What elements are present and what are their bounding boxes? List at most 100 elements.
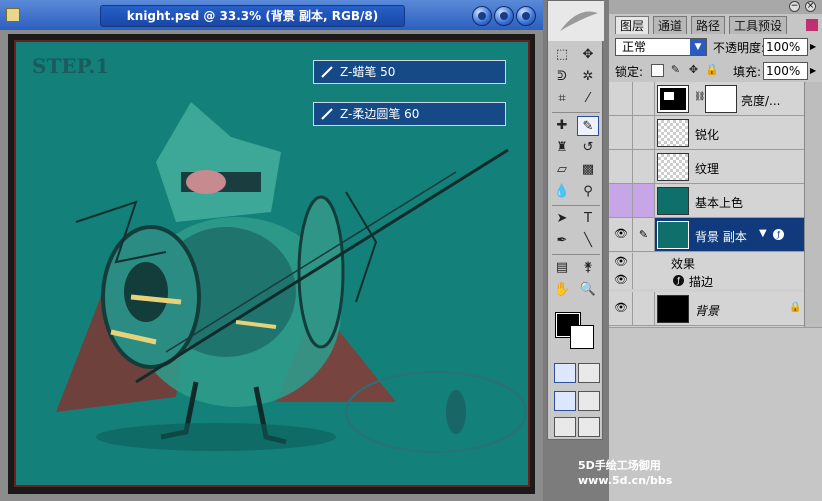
layer-row-background[interactable]: 👁 背景 🔒 — [609, 292, 804, 326]
mask-link-icon: ⛓ — [694, 92, 706, 102]
visibility-toggle[interactable]: 👁 — [609, 253, 633, 271]
toolbox: ⬚ ✥ ᕲ ✲ ⌗ ⁄ ✚ ✎ ♜ ↺ ▱ ▩ 💧 ⚲ ➤ T ✒ ╲ ▤ ⚵ … — [543, 0, 609, 501]
clone-stamp-tool-icon[interactable]: ♜ — [551, 138, 573, 158]
layer-row-brightness[interactable]: ⛓ 亮度/... — [609, 82, 804, 116]
gradient-tool-icon[interactable]: ▩ — [577, 160, 599, 180]
visibility-toggle[interactable] — [609, 82, 633, 115]
layer-link-toggle[interactable] — [633, 116, 655, 149]
fill-field[interactable]: 100% — [763, 62, 808, 80]
panel-collapse-icon[interactable]: − — [789, 1, 800, 12]
panel-tabs: 图层 通道 路径 工具预设 — [609, 16, 822, 34]
path-selection-tool-icon[interactable]: ➤ — [551, 209, 573, 229]
standard-mode-button[interactable] — [554, 363, 576, 383]
blend-mode-select[interactable]: 正常 ▼ — [615, 38, 707, 56]
panel-close-icon[interactable]: × — [805, 1, 816, 12]
layer-name[interactable]: 纹理 — [695, 160, 719, 177]
layer-name[interactable]: 锐化 — [695, 126, 719, 143]
layer-link-toggle[interactable] — [633, 292, 655, 325]
hand-tool-icon[interactable]: ✋ — [551, 280, 573, 300]
stroke-effect-row[interactable]: 👁 ƒ 描边 — [609, 271, 804, 289]
fill-arrow-icon[interactable]: ▶ — [810, 63, 820, 79]
toolbox-header[interactable] — [548, 1, 604, 41]
layer-name[interactable]: 背景 副本 — [695, 228, 747, 245]
visibility-toggle[interactable] — [609, 150, 633, 183]
lock-position-icon[interactable]: ✥ — [687, 64, 700, 77]
tab-tool-presets[interactable]: 工具预设 — [729, 16, 788, 34]
eye-icon: 👁 — [614, 273, 628, 286]
layers-scrollbar[interactable] — [804, 82, 822, 327]
visibility-toggle[interactable]: 👁 — [609, 292, 633, 325]
history-brush-tool-icon[interactable]: ↺ — [577, 138, 599, 158]
jump-to-imageready-button[interactable] — [554, 417, 576, 437]
brush-icon — [321, 66, 333, 78]
opacity-field[interactable]: 100% — [763, 38, 808, 56]
move-tool-icon[interactable]: ✥ — [577, 45, 599, 65]
screen-mode-full-button[interactable] — [578, 391, 600, 411]
quick-mask-mode-button[interactable] — [578, 363, 600, 383]
crop-tool-icon[interactable]: ⌗ — [551, 89, 573, 109]
brush-tool-icon[interactable]: ✎ — [577, 116, 599, 136]
zoom-tool-icon[interactable]: 🔍 — [577, 280, 599, 300]
maximize-button[interactable] — [494, 6, 514, 26]
layer-thumbnail — [657, 221, 689, 249]
toolbox-panel: ⬚ ✥ ᕲ ✲ ⌗ ⁄ ✚ ✎ ♜ ↺ ▱ ▩ 💧 ⚲ ➤ T ✒ ╲ ▤ ⚵ … — [547, 0, 604, 440]
layer-link-toggle[interactable] — [633, 82, 655, 115]
maximize-icon — [500, 12, 508, 20]
lock-all-icon[interactable]: 🔒 — [705, 64, 719, 77]
lock-transparent-pixels-icon[interactable] — [651, 64, 664, 77]
edit-in-imageready-button[interactable] — [578, 417, 600, 437]
visibility-toggle[interactable]: 👁 — [609, 218, 633, 251]
visibility-toggle[interactable] — [609, 184, 633, 217]
visibility-toggle[interactable] — [609, 116, 633, 149]
panel-menu-button[interactable] — [806, 19, 818, 31]
layer-row-base-color[interactable]: 基本上色 — [609, 184, 804, 218]
layer-name[interactable]: 基本上色 — [695, 194, 743, 211]
magic-wand-tool-icon[interactable]: ✲ — [577, 67, 599, 87]
screen-mode-standard-button[interactable] — [554, 391, 576, 411]
photoshop-workspace: knight.psd @ 33.3% (背景 副本, RGB/8) STEP.1… — [0, 0, 822, 501]
blur-tool-icon[interactable]: 💧 — [551, 182, 573, 202]
background-color-swatch[interactable] — [570, 325, 594, 349]
layer-name[interactable]: 背景 — [695, 302, 719, 319]
tab-layers[interactable]: 图层 — [615, 16, 650, 34]
panel-titlebar[interactable]: − × — [609, 0, 822, 14]
lock-image-pixels-icon[interactable]: ✎ — [669, 64, 682, 77]
lasso-tool-icon[interactable]: ᕲ — [551, 67, 573, 87]
close-button[interactable] — [516, 6, 536, 26]
pen-tool-icon[interactable]: ✒ — [551, 231, 573, 251]
visibility-toggle[interactable]: 👁 — [609, 271, 633, 289]
blend-mode-value: 正常 — [622, 40, 647, 54]
layer-row-texture[interactable]: 纹理 — [609, 150, 804, 184]
layer-thumbnail — [657, 295, 689, 323]
fill-label: 填充: — [733, 65, 762, 79]
eraser-tool-icon[interactable]: ▱ — [551, 160, 573, 180]
type-tool-icon[interactable]: T — [577, 209, 599, 229]
brush-tag-label: Z-柔边圆笔 60 — [340, 107, 420, 121]
layer-mask-thumbnail[interactable] — [705, 85, 737, 113]
layer-row-sharpen[interactable]: 锐化 — [609, 116, 804, 150]
image-canvas[interactable]: STEP.1 Z-蜡笔 50 Z-柔边圆笔 60 — [14, 40, 530, 487]
tab-channels[interactable]: 通道 — [653, 16, 688, 34]
line-tool-icon[interactable]: ╲ — [577, 231, 599, 251]
dodge-tool-icon[interactable]: ⚲ — [577, 182, 599, 202]
document-titlebar[interactable]: knight.psd @ 33.3% (背景 副本, RGB/8) — [0, 0, 543, 30]
effects-row[interactable]: 👁 效果 — [609, 253, 804, 271]
marquee-tool-icon[interactable]: ⬚ — [551, 45, 573, 65]
document-icon[interactable] — [6, 8, 20, 22]
slice-tool-icon[interactable]: ⁄ — [577, 89, 599, 109]
document-title: knight.psd @ 33.3% (背景 副本, RGB/8) — [100, 5, 405, 27]
layer-link-toggle[interactable] — [633, 184, 655, 217]
close-icon — [522, 12, 530, 20]
effects-expand-icon[interactable]: ▼ — [759, 228, 767, 239]
healing-brush-tool-icon[interactable]: ✚ — [551, 116, 573, 136]
eyedropper-tool-icon[interactable]: ⚵ — [577, 258, 599, 278]
tab-paths[interactable]: 路径 — [691, 16, 726, 34]
layer-link-toggle[interactable] — [633, 150, 655, 183]
layer-row-background-copy[interactable]: 👁 ✎ 背景 副本 ▼ ƒ — [609, 218, 804, 252]
watermark-line2: www.5d.cn/bbs — [578, 474, 673, 487]
layer-name[interactable]: 亮度/... — [741, 92, 781, 109]
notes-tool-icon[interactable]: ▤ — [551, 258, 573, 278]
minimize-button[interactable] — [472, 6, 492, 26]
eye-icon: 👁 — [614, 301, 628, 314]
opacity-arrow-icon[interactable]: ▶ — [810, 39, 820, 55]
